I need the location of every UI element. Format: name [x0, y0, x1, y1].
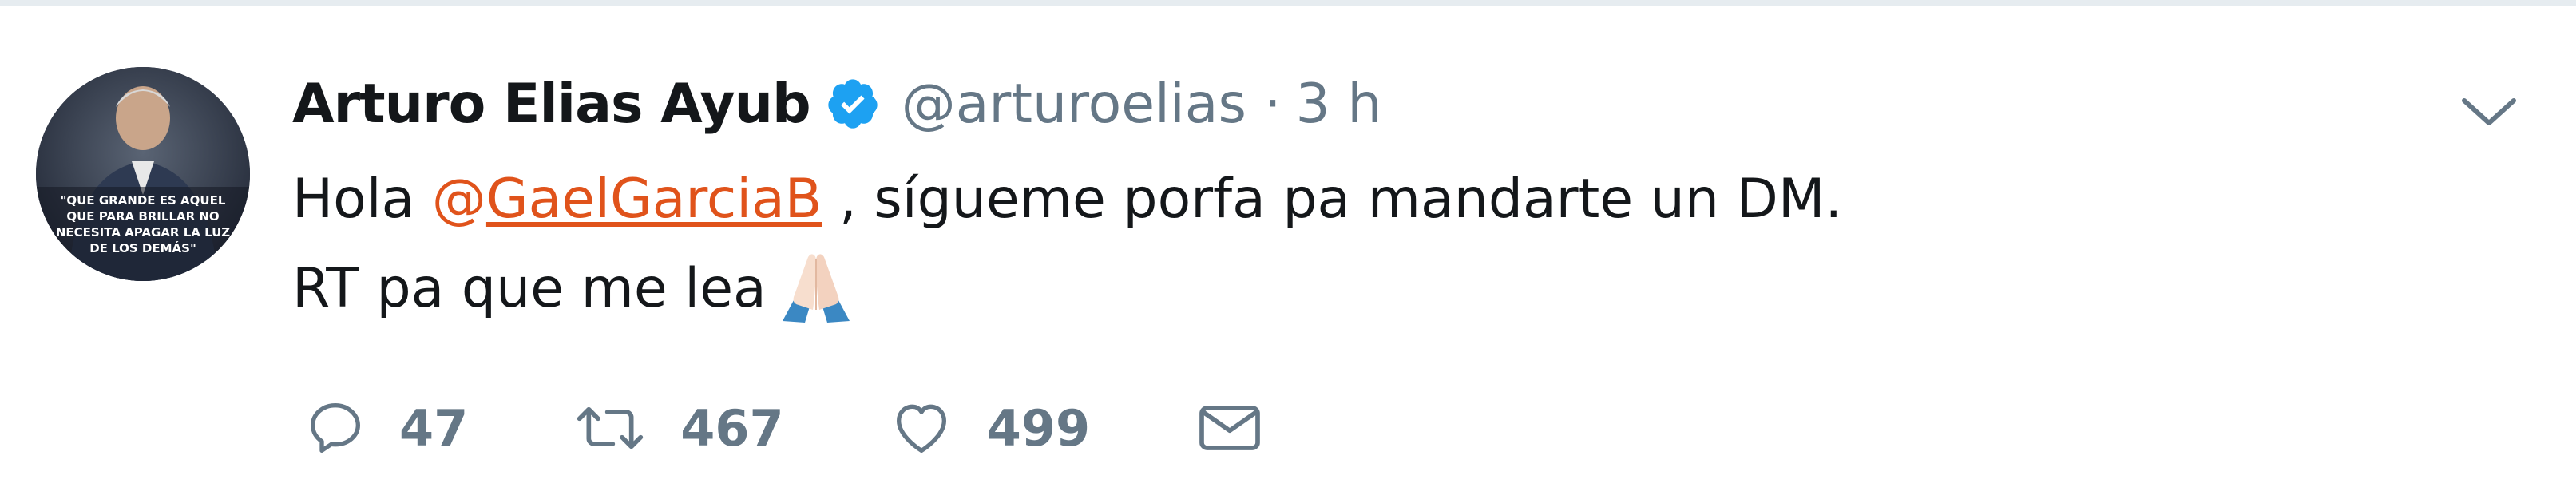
retweet-count: 467 — [680, 398, 784, 457]
separator-dot: · — [1263, 72, 1282, 136]
text-after-mention: , sígueme porfa pa mandarte un DM. — [822, 168, 1843, 231]
author-handle[interactable]: @arturoelias — [902, 73, 1246, 136]
text-line-2: RT pa que me lea — [292, 257, 767, 320]
top-divider — [0, 0, 2576, 6]
reply-icon — [311, 403, 361, 453]
svg-text:"QUE GRANDE ES AQUEL: "QUE GRANDE ES AQUEL — [61, 193, 226, 208]
verified-badge-icon — [825, 76, 881, 132]
tweet-header: Arturo Elias Ayub @arturoelias · 3 h — [292, 64, 1382, 144]
mention-link[interactable]: GaelGarciaB — [486, 168, 822, 231]
reply-button[interactable]: 47 — [303, 396, 468, 460]
svg-text:NECESITA APAGAR LA LUZ: NECESITA APAGAR LA LUZ — [56, 225, 230, 240]
mention-at-symbol[interactable]: @ — [432, 168, 486, 231]
svg-text:DE LOS DEMÁS": DE LOS DEMÁS" — [89, 240, 196, 255]
chevron-down-icon[interactable] — [2458, 86, 2520, 134]
envelope-icon — [1199, 406, 1260, 450]
like-button[interactable]: 499 — [888, 396, 1090, 460]
retweet-button[interactable]: 467 — [572, 396, 784, 460]
text-before-mention: Hola — [292, 168, 432, 231]
like-count: 499 — [986, 398, 1091, 457]
retweet-icon — [577, 406, 644, 449]
tweet-text: Hola @GaelGarciaB , sígueme porfa pa man… — [292, 155, 1842, 334]
avatar[interactable]: "QUE GRANDE ES AQUEL QUE PARA BRILLAR NO… — [36, 67, 250, 281]
tweet-text-line-1: Hola @GaelGarciaB , sígueme porfa pa man… — [292, 155, 1842, 244]
author-name[interactable]: Arturo Elias Ayub — [292, 73, 811, 136]
direct-message-button[interactable] — [1194, 396, 1266, 460]
heart-icon — [896, 404, 946, 453]
folded-hands-emoji-icon — [778, 248, 854, 324]
svg-text:QUE PARA BRILLAR NO: QUE PARA BRILLAR NO — [66, 209, 219, 224]
tweet[interactable]: "QUE GRANDE ES AQUEL QUE PARA BRILLAR NO… — [0, 6, 2576, 495]
tweet-actions: 47 467 499 — [303, 388, 1369, 468]
tweet-text-line-2: RT pa que me lea — [292, 244, 1842, 334]
reply-count: 47 — [399, 398, 469, 457]
tweet-timestamp[interactable]: 3 h — [1296, 73, 1382, 136]
